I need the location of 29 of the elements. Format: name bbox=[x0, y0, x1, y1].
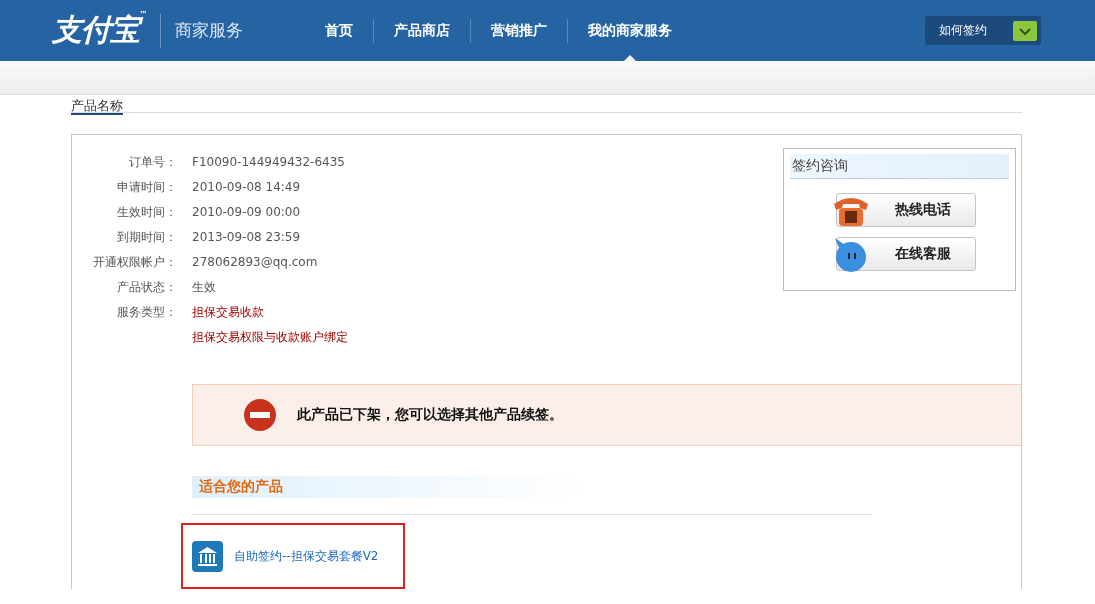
bank-icon bbox=[192, 540, 223, 572]
field-label: 产品状态： bbox=[116, 279, 177, 296]
field-value: F10090-144949432-6435 bbox=[192, 154, 346, 171]
nav-link[interactable]: 营销推广 bbox=[470, 18, 567, 43]
field-value: 担保交易收款 bbox=[192, 304, 265, 321]
field-label: 开通权限帐户： bbox=[92, 254, 177, 271]
field-value: 担保交易权限与收款账户绑定 bbox=[192, 329, 348, 346]
stop-icon bbox=[243, 398, 277, 432]
field-label: 订单号： bbox=[128, 154, 177, 171]
field-label: 服务类型： bbox=[116, 304, 177, 321]
contact-button[interactable]: 热线电话 bbox=[835, 193, 976, 227]
field-label: 申请时间： bbox=[116, 179, 177, 196]
contact-button[interactable]: 在线客服 bbox=[835, 237, 976, 271]
field-value: 生效 bbox=[192, 279, 217, 296]
logo: 支付宝™ bbox=[52, 10, 146, 49]
help-dropdown[interactable]: 如何签约 bbox=[925, 16, 1041, 45]
nav-link[interactable]: 产品商店 bbox=[373, 18, 470, 43]
panel-title: 签约咨询 bbox=[790, 154, 1009, 179]
field-label: 生效时间： bbox=[116, 204, 177, 221]
field-label: 到期时间： bbox=[116, 229, 177, 246]
field-value: 278062893@qq.com bbox=[192, 254, 319, 271]
page-tab[interactable]: 产品名称 bbox=[71, 99, 123, 115]
field-value: 2013-09-08 23:59 bbox=[192, 229, 302, 246]
nav-link[interactable]: 首页 bbox=[305, 18, 373, 43]
section-title: 商家服务 bbox=[175, 19, 243, 42]
field-value: 2010-09-09 00:00 bbox=[192, 204, 302, 221]
field-value: 2010-09-08 14:49 bbox=[192, 179, 302, 196]
product-link[interactable]: 自助签约--担保交易套餐V2 bbox=[181, 523, 405, 589]
notice-text: 此产品已下架，您可以选择其他产品续签。 bbox=[297, 406, 563, 424]
